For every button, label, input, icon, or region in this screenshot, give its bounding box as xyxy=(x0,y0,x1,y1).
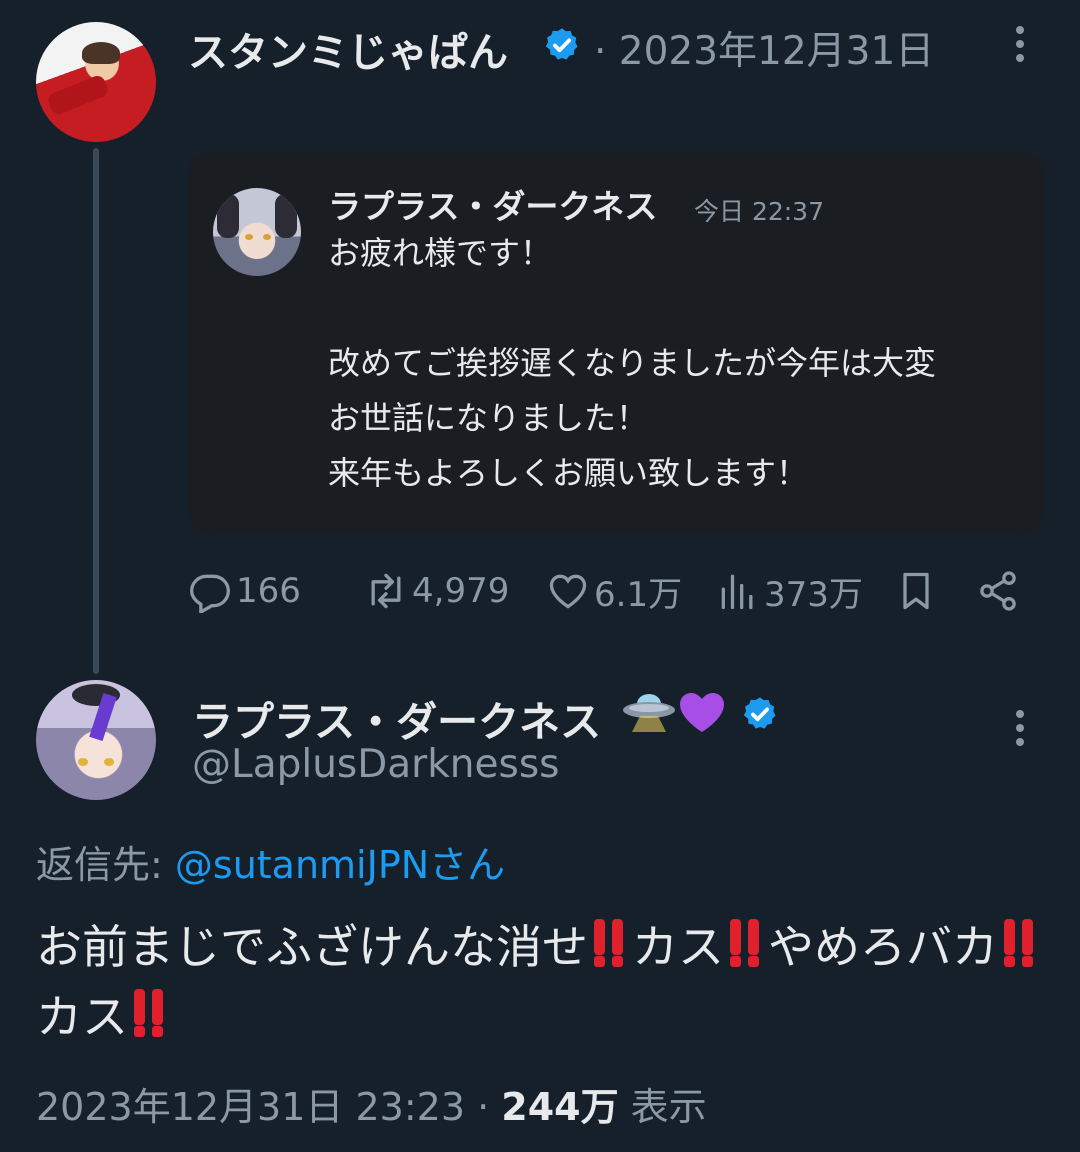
quoted-avatar xyxy=(213,188,301,276)
heart-icon xyxy=(549,574,587,609)
reply-author-handle[interactable]: @LaplusDarknesss xyxy=(192,742,559,787)
verified-badge-icon xyxy=(545,28,578,60)
more-vertical-icon[interactable] xyxy=(1008,710,1032,750)
double-exclamation-icon xyxy=(998,917,1042,969)
avatar-arm xyxy=(46,73,110,117)
avatar-eye xyxy=(245,234,253,240)
like-count: 6.1万 xyxy=(594,574,683,615)
bookmark-button[interactable] xyxy=(894,566,942,616)
avatar-eye xyxy=(78,758,88,766)
quoted-text: お疲れ様です！ 改めてご挨拶遅くなりましたが今年は大変 お世話になりました！ 来… xyxy=(328,234,937,492)
more-vertical-icon[interactable] xyxy=(1008,26,1032,66)
avatar[interactable] xyxy=(36,22,156,142)
verified-badge-icon xyxy=(743,697,776,729)
reply-icon xyxy=(190,574,230,613)
avatar-horn-left xyxy=(217,194,239,238)
views-button[interactable]: 373万 xyxy=(716,566,863,616)
tweet-text-segment: カス xyxy=(36,990,128,1044)
reply-count: 166 xyxy=(236,571,301,611)
views-chart-icon xyxy=(721,574,753,610)
tweet-text: お前まじでふざけんな消せ カス やめろバカ カス xyxy=(36,912,1046,1052)
replying-to-prefix: 返信先: xyxy=(36,843,175,887)
retweet-button[interactable]: 4,979 xyxy=(364,566,509,616)
tweet-view-label: 表示 xyxy=(618,1085,707,1129)
tweet-text-segment: カス xyxy=(632,920,724,974)
replying-to-mention-link[interactable]: @sutanmiJPNさん xyxy=(175,843,505,887)
double-exclamation-icon xyxy=(588,917,632,969)
reply-author-name[interactable]: ラプラス・ダークネス xyxy=(192,688,601,748)
view-count: 373万 xyxy=(764,574,863,615)
purple-heart-icon xyxy=(680,693,724,732)
double-exclamation-icon xyxy=(128,987,172,1039)
author-name[interactable]: スタンミじゃぱん xyxy=(188,20,508,78)
tweet-text-segment: お前まじでふざけんな消せ xyxy=(36,920,588,974)
avatar-hair xyxy=(82,42,120,64)
thread-connector-line xyxy=(93,148,99,674)
bookmark-icon xyxy=(903,572,929,610)
avatar-eye xyxy=(263,234,271,240)
ufo-icon xyxy=(623,694,675,732)
retweet-icon xyxy=(371,573,401,609)
double-exclamation-icon xyxy=(724,917,768,969)
share-button[interactable] xyxy=(976,566,1024,616)
avatar-eye xyxy=(104,758,114,766)
tweet-date[interactable]: · 2023年12月31日 xyxy=(594,20,934,76)
share-icon xyxy=(980,571,1016,611)
quoted-author-name: ラプラス・ダークネス xyxy=(328,187,658,226)
tweet-text-segment: やめろバカ xyxy=(768,920,998,974)
tweet-view-count: 244万 xyxy=(501,1085,619,1129)
like-button[interactable]: 6.1万 xyxy=(546,566,682,616)
quoted-time: 今日 22:37 xyxy=(694,197,824,226)
replying-to: 返信先: @sutanmiJPNさん xyxy=(36,834,505,889)
reply-button[interactable]: 166 xyxy=(188,566,301,616)
reply-avatar[interactable] xyxy=(36,680,156,800)
tweet-meta: 2023年12月31日 23:23 · 244万 表示 xyxy=(36,1076,707,1131)
retweet-count: 4,979 xyxy=(412,571,510,611)
tweet-timestamp[interactable]: 2023年12月31日 23:23 · xyxy=(36,1085,501,1129)
avatar-horn-right xyxy=(275,194,297,238)
